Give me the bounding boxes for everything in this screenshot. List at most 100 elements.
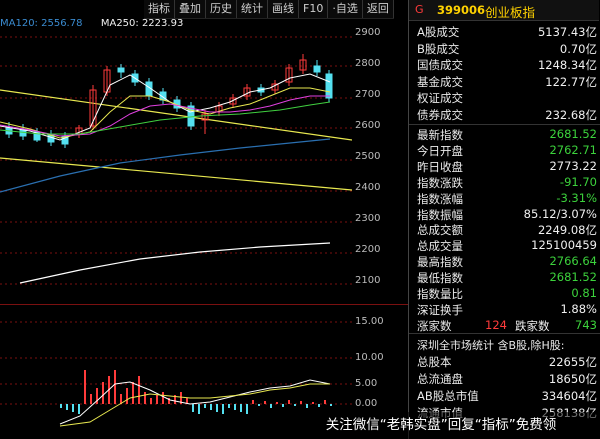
stat-label: 指数涨跌 [417,175,463,190]
promo-banner: 关注微信“老韩实盘”回复“指标”免费领 [282,412,600,439]
stat-row: 债券成交 232.68亿 [409,107,599,124]
toolbar-button[interactable]: 叠加 [175,0,206,18]
macd-bar [324,400,326,404]
stat-label: 指数涨幅 [417,191,463,206]
index-name: 创业板指 [485,5,536,20]
y-tick: 2400 [355,182,381,193]
pane-divider [0,304,408,305]
stat-value: -3.31% [556,190,597,205]
macd-bar [78,404,80,414]
stat-value: 1248.34亿 [537,58,597,72]
stat-label: 最高指数 [417,255,463,270]
panel-header: G 399006 创业板指 [409,0,599,21]
macd-bar [288,400,290,404]
macd-bar [132,382,134,404]
stat-value: 2681.52 [549,127,597,141]
toolbar-button[interactable]: 画线 [268,0,299,18]
toolbar-button[interactable]: 指标 [144,0,175,18]
stat-value: 22655亿 [548,355,597,369]
stat-label: 指数量比 [417,287,463,301]
toolbar-button[interactable]: 返回 [363,0,394,18]
stat-value: 5137.43亿 [537,25,597,39]
stat-row: 总流通盘 18650亿 [409,371,599,388]
ma-readout: MA120: 2556.78 MA250: 2223.93 [0,18,183,29]
macd-bar [318,404,320,407]
macd-bar [126,388,128,404]
stat-value: 232.68亿 [545,107,597,122]
vol-tick: 10.00 [355,352,384,363]
stat-row: 昨日收盘 2773.22 [409,159,599,176]
vol-tick: 0.00 [355,398,378,409]
y-tick: 2100 [355,275,381,286]
macd-bar [264,401,266,404]
y-tick: 2700 [355,89,381,100]
index-code: 399006 [437,3,486,17]
vol-tick: 5.00 [355,378,378,389]
stat-label: 总成交量 [417,239,463,254]
down-count-label: 跌家数 [515,319,550,333]
y-tick: 2200 [355,244,381,255]
stat-label: 最新指数 [417,128,463,142]
stat-row: A股成交 5137.43亿 [409,24,599,41]
stat-row: 最高指数 2766.64 [409,254,599,271]
y-tick: 2500 [355,151,381,162]
macd-bar [312,402,314,404]
stat-label: 深证换手 [417,302,463,317]
macd-bar [162,392,164,404]
toolbar-button[interactable]: ·自选 [328,0,363,18]
up-count-value: 124 [485,318,507,332]
macd-bars [60,370,332,414]
market-title: 深圳全市场统计 含B股,除H股: [417,339,565,352]
stat-row: AB股总市值 334604亿 [409,388,599,405]
macd-bar [210,404,212,410]
candle-body [325,73,333,99]
price-chart[interactable] [0,30,352,300]
stat-label: AB股总市值 [417,389,479,403]
macd-bar [240,404,242,412]
stat-label: 指数振幅 [417,207,463,222]
stat-row: 总成交额 2249.08亿 [409,222,599,239]
updown-row: 涨家数 124 跌家数 743 [409,318,599,335]
macd-bar [198,404,200,414]
stat-value: 1.88% [560,301,597,316]
stat-row: 国债成交 1248.34亿 [409,57,599,74]
toolbar-button[interactable]: F10 [299,0,329,18]
stat-value: 0.81 [571,286,597,300]
stat-row: 指数振幅 85.12/3.07% [409,207,599,224]
macd-bar [84,370,86,404]
stat-label: 基金成交 [417,74,463,89]
stat-label: 今日开盘 [417,143,463,158]
stat-label: 债券成交 [417,107,463,122]
stat-label: 总流通盘 [417,372,463,386]
macd-bar [192,404,194,412]
macd-bar [216,404,218,412]
ma60-line [0,101,331,135]
macd-bar [282,404,284,407]
toolbar-button[interactable]: 历史 [206,0,237,18]
stat-value: 125100459 [531,238,597,253]
macd-bar [60,404,62,408]
trend-line-lower [0,157,352,191]
toolbar-button[interactable]: 统计 [237,0,268,18]
ma250-line [19,242,331,284]
stat-value: 122.77亿 [545,74,597,89]
stat-row: 指数涨幅 -3.31% [409,191,599,208]
macd-bar [330,404,332,406]
stat-row: 总股本 22655亿 [409,354,599,371]
stat-value: 2773.22 [549,158,597,173]
macd-bar [276,402,278,404]
candle-body [313,65,321,73]
stat-value: 2766.64 [549,254,597,269]
y-tick: 2300 [355,213,381,224]
y-tick: 2900 [355,27,381,38]
quote-panel: G 399006 创业板指 A股成交 5137.43亿 B股成交 0.70亿 国债成交 1… [408,0,600,439]
macd-bar [150,398,152,404]
stat-value: -91.70 [559,174,597,189]
macd-bar [72,404,74,412]
stat-label: B股成交 [417,41,460,56]
macd-bar [234,404,236,410]
stat-label: 总成交额 [417,223,463,238]
g-badge: G [415,3,424,16]
stat-value: 334604亿 [541,389,597,403]
vol-tick: 15.00 [355,316,384,327]
